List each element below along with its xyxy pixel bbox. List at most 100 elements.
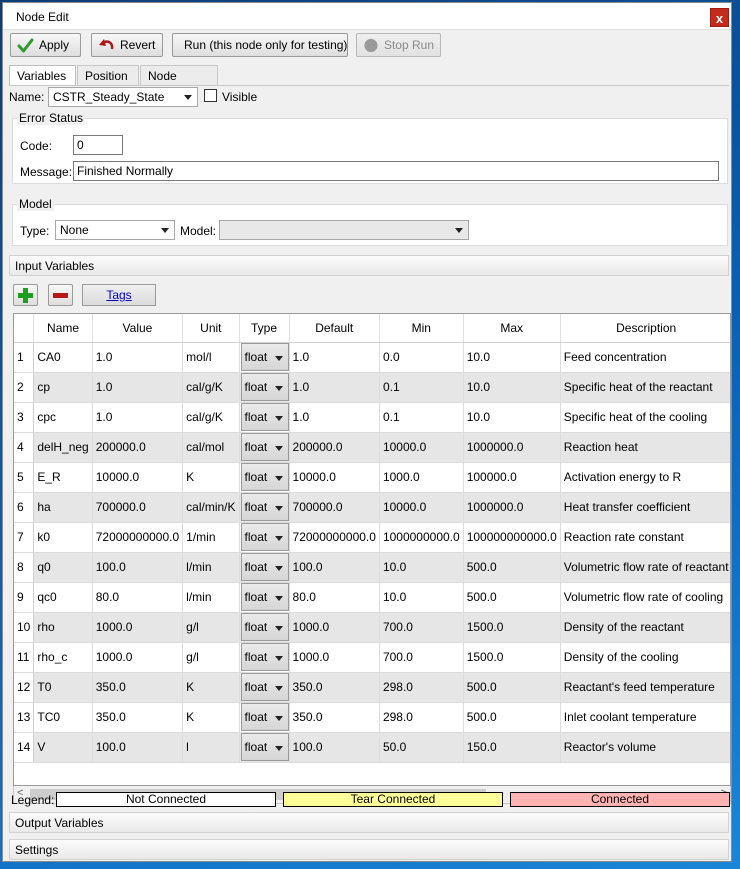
tab-position[interactable]: Position (77, 65, 139, 85)
default-cell[interactable]: 350.0 (289, 672, 380, 703)
value-cell[interactable]: 1.0 (92, 342, 184, 373)
min-cell[interactable]: 10.0 (379, 582, 464, 613)
name-cell[interactable]: qc0 (33, 582, 93, 613)
type-cell[interactable]: float (239, 702, 290, 733)
code-field[interactable]: 0 (73, 135, 123, 155)
add-variable-button[interactable] (13, 284, 38, 306)
max-cell[interactable]: 10.0 (463, 372, 561, 403)
column-header-max[interactable]: Max (463, 314, 561, 343)
value-cell[interactable]: 80.0 (92, 582, 184, 613)
row-number[interactable]: 13 (14, 702, 35, 733)
model-dropdown[interactable] (219, 220, 469, 240)
type-dropdown[interactable]: float (240, 553, 289, 581)
column-header-value[interactable]: Value (92, 314, 184, 343)
name-cell[interactable]: rho_c (33, 642, 93, 673)
column-header-default[interactable]: Default (289, 314, 380, 343)
description-cell[interactable]: Specific heat of the reactant (560, 372, 730, 403)
column-header-name[interactable]: Name (33, 314, 93, 343)
min-cell[interactable]: 10000.0 (379, 492, 464, 523)
default-cell[interactable]: 1.0 (289, 402, 380, 433)
min-cell[interactable]: 700.0 (379, 612, 464, 643)
unit-cell[interactable]: K (182, 702, 240, 733)
max-cell[interactable]: 100000.0 (463, 462, 561, 493)
name-cell[interactable]: V (33, 732, 93, 763)
name-cell[interactable]: E_R (33, 462, 93, 493)
column-header-type[interactable]: Type (239, 314, 290, 343)
type-cell[interactable]: float (239, 522, 290, 553)
remove-variable-button[interactable] (48, 284, 73, 306)
min-cell[interactable]: 1000.0 (379, 462, 464, 493)
row-number[interactable]: 14 (14, 732, 35, 763)
description-cell[interactable]: Specific heat of the cooling (560, 402, 730, 433)
value-cell[interactable]: 100.0 (92, 732, 184, 763)
type-dropdown[interactable]: float (240, 583, 289, 611)
description-cell[interactable]: Heat transfer coefficient (560, 492, 730, 523)
type-cell[interactable]: float (239, 372, 290, 403)
message-field[interactable]: Finished Normally (73, 161, 719, 181)
name-cell[interactable]: CA0 (33, 342, 93, 373)
type-dropdown[interactable]: float (240, 463, 289, 491)
type-cell[interactable]: float (239, 432, 290, 463)
revert-button[interactable]: Revert (91, 33, 163, 57)
type-dropdown[interactable]: float (240, 343, 289, 371)
min-cell[interactable]: 0.1 (379, 372, 464, 403)
max-cell[interactable]: 1500.0 (463, 642, 561, 673)
description-cell[interactable]: Inlet coolant temperature (560, 702, 730, 733)
description-cell[interactable]: Reaction rate constant (560, 522, 730, 553)
default-cell[interactable]: 200000.0 (289, 432, 380, 463)
column-header-min[interactable]: Min (379, 314, 464, 343)
type-cell[interactable]: float (239, 342, 290, 373)
value-cell[interactable]: 350.0 (92, 672, 184, 703)
default-cell[interactable]: 72000000000.0 (289, 522, 380, 553)
name-cell[interactable]: q0 (33, 552, 93, 583)
description-cell[interactable]: Density of the reactant (560, 612, 730, 643)
close-button[interactable]: x (710, 8, 729, 27)
visible-checkbox[interactable] (204, 89, 217, 102)
value-cell[interactable]: 700000.0 (92, 492, 184, 523)
unit-cell[interactable]: cal/g/K (182, 372, 240, 403)
value-cell[interactable]: 200000.0 (92, 432, 184, 463)
unit-cell[interactable]: cal/mol (182, 432, 240, 463)
row-number[interactable]: 8 (14, 552, 35, 583)
run-node-button[interactable]: Run (this node only for testing) (172, 33, 348, 57)
max-cell[interactable]: 500.0 (463, 582, 561, 613)
row-number[interactable]: 10 (14, 612, 35, 643)
column-header-rownum[interactable] (14, 314, 35, 343)
max-cell[interactable]: 1000000.0 (463, 492, 561, 523)
description-cell[interactable]: Reaction heat (560, 432, 730, 463)
tab-variables[interactable]: Variables (9, 65, 76, 86)
tags-button[interactable]: Tags (82, 284, 156, 306)
max-cell[interactable]: 500.0 (463, 552, 561, 583)
type-dropdown[interactable]: float (240, 433, 289, 461)
settings-header[interactable]: Settings (9, 839, 729, 860)
max-cell[interactable]: 10.0 (463, 342, 561, 373)
description-cell[interactable]: Density of the cooling (560, 642, 730, 673)
name-cell[interactable]: rho (33, 612, 93, 643)
default-cell[interactable]: 100.0 (289, 732, 380, 763)
type-cell[interactable]: float (239, 492, 290, 523)
value-cell[interactable]: 72000000000.0 (92, 522, 184, 553)
description-cell[interactable]: Reactant's feed temperature (560, 672, 730, 703)
stop-run-button[interactable]: Stop Run (356, 33, 441, 57)
min-cell[interactable]: 700.0 (379, 642, 464, 673)
min-cell[interactable]: 50.0 (379, 732, 464, 763)
default-cell[interactable]: 1000.0 (289, 612, 380, 643)
row-number[interactable]: 12 (14, 672, 35, 703)
max-cell[interactable]: 100000000000.0 (463, 522, 561, 553)
value-cell[interactable]: 100.0 (92, 552, 184, 583)
max-cell[interactable]: 500.0 (463, 702, 561, 733)
name-cell[interactable]: delH_neg (33, 432, 93, 463)
value-cell[interactable]: 1000.0 (92, 612, 184, 643)
type-dropdown[interactable]: float (240, 373, 289, 401)
row-number[interactable]: 4 (14, 432, 35, 463)
row-number[interactable]: 5 (14, 462, 35, 493)
default-cell[interactable]: 100.0 (289, 552, 380, 583)
default-cell[interactable]: 700000.0 (289, 492, 380, 523)
name-cell[interactable]: k0 (33, 522, 93, 553)
unit-cell[interactable]: mol/l (182, 342, 240, 373)
type-cell[interactable]: float (239, 402, 290, 433)
unit-cell[interactable]: 1/min (182, 522, 240, 553)
type-dropdown[interactable]: float (240, 673, 289, 701)
unit-cell[interactable]: l (182, 732, 240, 763)
max-cell[interactable]: 1000000.0 (463, 432, 561, 463)
